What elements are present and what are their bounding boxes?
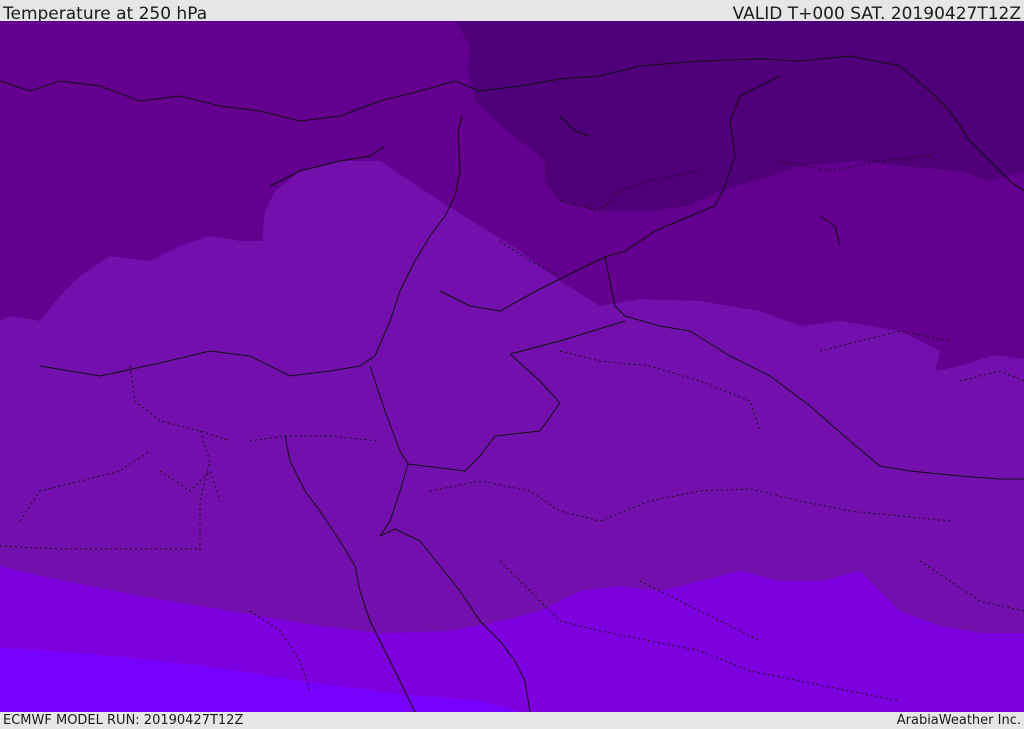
temperature-map[interactable]: [0, 21, 1024, 712]
model-run-label: ECMWF MODEL RUN: 20190427T12Z: [3, 713, 244, 728]
credit-label: ArabiaWeather Inc.: [896, 713, 1021, 728]
header-bar: Temperature at 250 hPa VALID T+000 SAT. …: [0, 0, 1024, 24]
map-canvas: [0, 21, 1024, 712]
footer-bar: ECMWF MODEL RUN: 20190427T12Z ArabiaWeat…: [0, 712, 1024, 729]
